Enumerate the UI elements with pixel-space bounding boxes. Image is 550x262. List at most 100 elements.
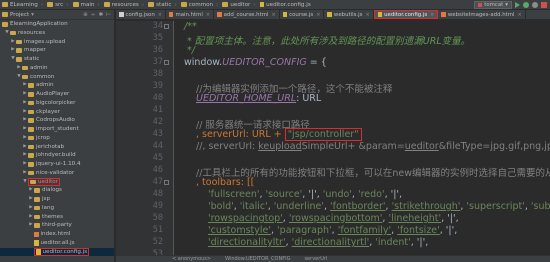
folder-icon (34, 205, 40, 211)
tree-item[interactable]: ▶ themes (0, 213, 114, 222)
code-line-47: , toolbars: [[ (196, 177, 255, 188)
breadcrumb-item[interactable]: ueditor.config.js (258, 2, 313, 8)
tree-item[interactable]: ▶ AudioPlayer (0, 90, 114, 99)
fold-marker-icon[interactable] (164, 180, 169, 185)
tree-item-label: import_student (36, 126, 79, 132)
code-line-36: */ (184, 45, 195, 56)
breadcrumb-item[interactable]: src › (45, 2, 70, 8)
tree-item-label: lang (42, 204, 55, 211)
line-number: 37 (152, 57, 163, 67)
tree-item[interactable]: ▶ mapper (0, 46, 114, 55)
tree-item[interactable]: ▶ bigcolorpicker (0, 99, 114, 108)
editor-tab[interactable]: course.js × (280, 10, 325, 19)
tree-item[interactable]: ▶ jerichotab (0, 143, 114, 152)
folder-icon (28, 92, 34, 97)
breadcrumb-item[interactable]: common › (179, 2, 221, 8)
coverage-icon[interactable] (532, 1, 538, 8)
run-configuration-select[interactable]: tomcat ▾ (474, 0, 512, 9)
tree-item[interactable]: ▶ ckplayer (0, 108, 114, 117)
tree-item-content: jquery-ui-1.10.4 (28, 160, 81, 169)
breadcrumb-item[interactable]: ueditor › (220, 2, 257, 8)
collapse-icon[interactable]: ÷ (91, 12, 96, 18)
line-number: 46 (152, 165, 163, 175)
folder-icon (148, 2, 155, 7)
close-tab-icon[interactable]: × (365, 12, 369, 18)
editor-tab[interactable]: webutils.js × (324, 10, 374, 19)
status-object[interactable]: Window.UEDITOR_CONFIG (225, 256, 290, 262)
tree-item-content: jerichotab (28, 143, 64, 152)
hide-icon[interactable]: ⊢ (106, 12, 111, 18)
tree-item[interactable]: ▶ nice-validator (0, 169, 114, 178)
breadcrumb-item[interactable]: main › (71, 2, 102, 8)
gear-icon[interactable]: ✱ (98, 12, 103, 18)
editor-tab[interactable]: add_course.html × (214, 10, 280, 19)
tree-item[interactable]: ▶ jsp (0, 195, 114, 204)
tree-item-content: AudioPlayer (28, 90, 69, 99)
tree-item[interactable]: ▶ lang (0, 204, 114, 213)
tree-item[interactable]: ▶ admin (0, 64, 114, 73)
editor-tab[interactable]: main.html × (166, 10, 215, 19)
status-context[interactable]: < anonymous> (172, 256, 211, 262)
folder-icon (10, 30, 16, 36)
editor-tab[interactable]: websiteImages-add.html × (438, 10, 526, 19)
line-number: 38 (152, 69, 163, 79)
tree-item[interactable]: ▶ import_student (0, 125, 114, 134)
tree-item[interactable]: ▶ CodropsAudio (0, 116, 114, 125)
tree-item[interactable]: ▶ third-party (0, 221, 114, 230)
stop-icon[interactable] (541, 1, 547, 8)
code-line-49: 'bold', 'italic', 'underline', 'fontbord… (208, 201, 550, 212)
close-tab-icon[interactable]: × (158, 12, 162, 18)
tree-item[interactable]: ▶ johndyer.build (0, 151, 114, 160)
tree-item-content: static (16, 55, 39, 64)
debug-icon[interactable] (523, 1, 529, 8)
run-icon[interactable] (515, 1, 520, 8)
project-view-select[interactable]: Project (10, 12, 29, 18)
javascript-file-icon (327, 11, 332, 18)
editor-breadcrumb-bar: < anonymous> Window.UEDITOR_CONFIG serve… (116, 255, 550, 262)
chevron-down-icon[interactable]: ▾ (31, 12, 34, 18)
editor-tab[interactable]: config.json × (116, 10, 166, 19)
tree-item-label: static (24, 56, 40, 62)
tree-item[interactable]: ▶ images.upload (0, 38, 114, 47)
tree-item[interactable]: ▼ ueditor (0, 177, 114, 187)
tree-item[interactable]: ▼ static (0, 55, 114, 64)
tree-item[interactable]: ▶ jcrop (0, 134, 114, 143)
tree-item-content: nice-validator (28, 169, 74, 178)
tree-item[interactable]: ▶ dialogs (0, 186, 114, 195)
tab-label: websiteImages-add.html (447, 11, 515, 18)
status-property[interactable]: serverUrl (304, 256, 327, 262)
code-area[interactable]: /** * 配置项主体。注意，此处所有涉及到路径的配置别遗漏URL变量。 */ … (184, 21, 550, 255)
line-number: 35 (152, 33, 163, 43)
tree-item[interactable]: ▼ common (0, 73, 114, 82)
tree-item-content: admin (22, 64, 48, 73)
folder-icon (2, 2, 8, 7)
breadcrumb-item[interactable]: static › (146, 2, 179, 8)
tree-item[interactable]: ueditor.config.js (0, 247, 114, 257)
tree-item-label: mapper (24, 47, 46, 54)
tree-item[interactable]: ▶ admin (0, 81, 114, 90)
breadcrumb-item[interactable]: resources › (102, 2, 146, 8)
code-line-43: , serverUrl: URL + "jsp/controller" (196, 128, 362, 141)
folder-icon (28, 127, 34, 132)
folder-icon (28, 135, 34, 141)
tree-item[interactable]: ueditor.all.js (0, 239, 114, 248)
close-tab-icon[interactable]: × (206, 12, 210, 18)
close-tab-icon[interactable]: × (430, 12, 434, 18)
line-number: 48 (152, 189, 163, 199)
close-tab-icon[interactable]: × (316, 12, 320, 18)
breadcrumb-item[interactable]: ELearning › (0, 2, 45, 8)
tree-item[interactable]: index.html (0, 230, 114, 239)
fold-marker-icon[interactable] (164, 60, 169, 65)
close-tab-icon[interactable]: × (271, 12, 275, 18)
project-icon (2, 12, 8, 17)
sync-icon[interactable]: ⊕ (83, 12, 88, 18)
folder-icon (34, 214, 40, 220)
code-editor[interactable]: 34 35 36 37 38 39 40 41 42 43 44 45 46 47 48 49 50 51 52 53… (116, 21, 550, 255)
close-tab-icon[interactable]: × (518, 12, 522, 18)
code-line-52: 'directionalityltr', 'directionalityrtl'… (208, 237, 429, 248)
fold-marker-icon[interactable] (164, 24, 169, 29)
tree-root[interactable]: ElearningApplication (0, 20, 114, 29)
tree-item[interactable]: ▼ resources (0, 29, 114, 38)
editor-tab[interactable]: ueditor.config.js × (373, 10, 439, 19)
tree-item[interactable]: ▶ jquery-ui-1.10.4 (0, 160, 114, 169)
